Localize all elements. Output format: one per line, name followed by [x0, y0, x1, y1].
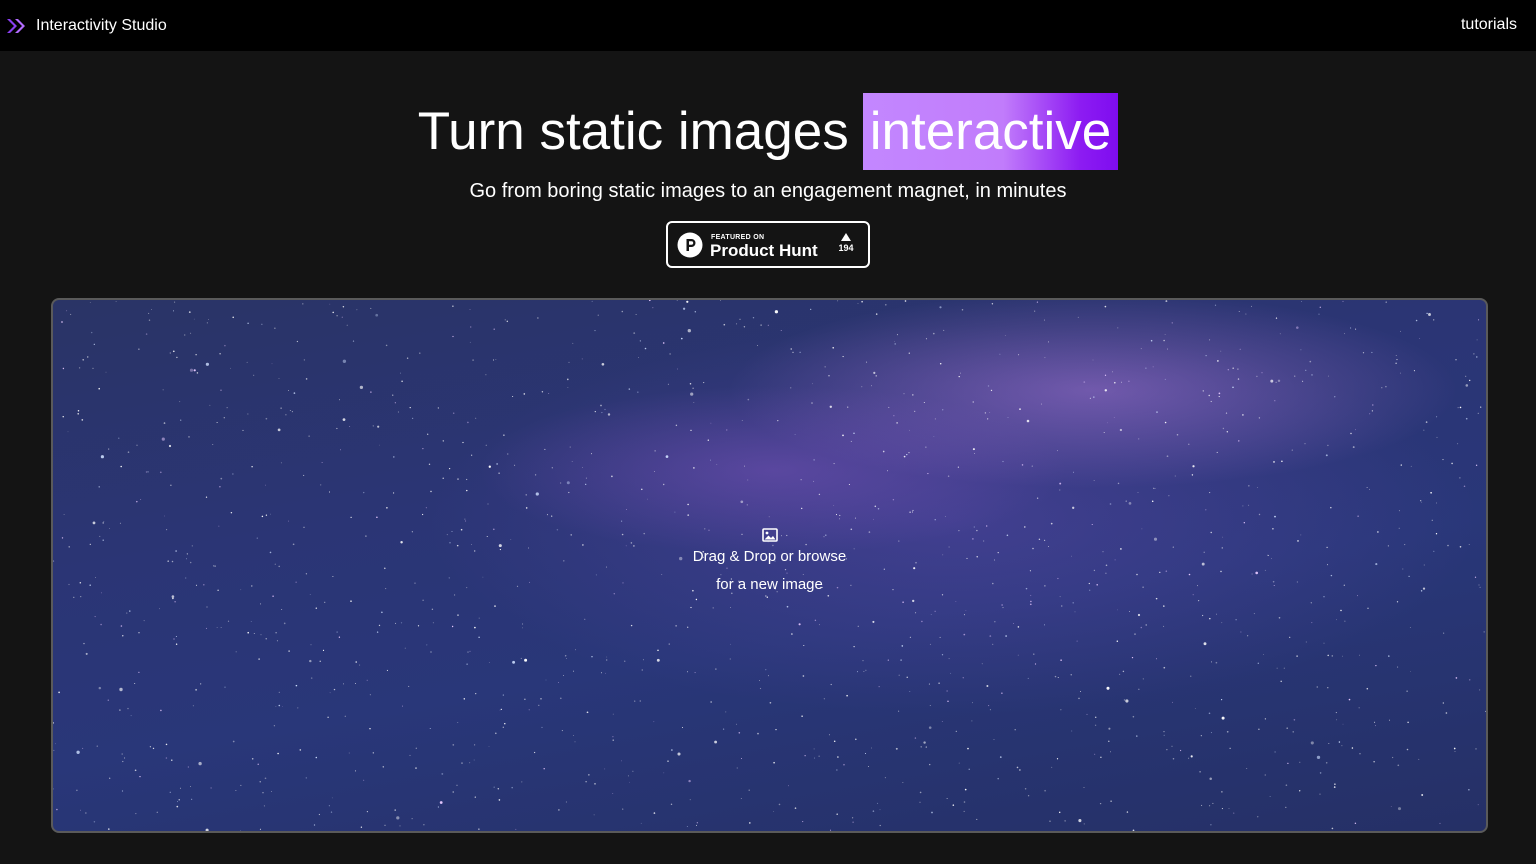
brand-logo-link[interactable]: Interactivity Studio [6, 14, 167, 38]
image-dropzone[interactable]: Drag & Drop or browse for a new image [51, 298, 1488, 833]
headline-highlight: interactive [862, 93, 1119, 170]
upvote-count: 194 [838, 243, 854, 253]
tutorials-link[interactable]: tutorials [1461, 16, 1517, 34]
product-hunt-logo-icon [677, 232, 703, 258]
headline-text: Turn static images [417, 102, 849, 161]
dropzone-line-1[interactable]: Drag & Drop or browse [53, 543, 1486, 571]
product-hunt-name: Product Hunt [710, 241, 818, 260]
hero: Turn static images interactive [0, 93, 1536, 170]
featured-on-label: FEATURED ON [711, 234, 765, 241]
top-nav-bar: Interactivity Studio tutorials [0, 0, 1536, 51]
product-hunt-badge[interactable]: FEATURED ON Product Hunt 194 [666, 221, 870, 268]
triangle-up-icon [841, 233, 851, 241]
brand-name: Interactivity Studio [36, 17, 167, 34]
image-icon [761, 528, 778, 542]
headline: Turn static images interactive [418, 93, 1119, 170]
dropzone-prompt: Drag & Drop or browse for a new image [53, 528, 1486, 599]
double-chevron-right-icon [7, 19, 25, 33]
dropzone-line-2: for a new image [716, 576, 823, 593]
subheadline: Go from boring static images to an engag… [469, 180, 1067, 202]
upvote-counter: 194 [831, 233, 861, 253]
